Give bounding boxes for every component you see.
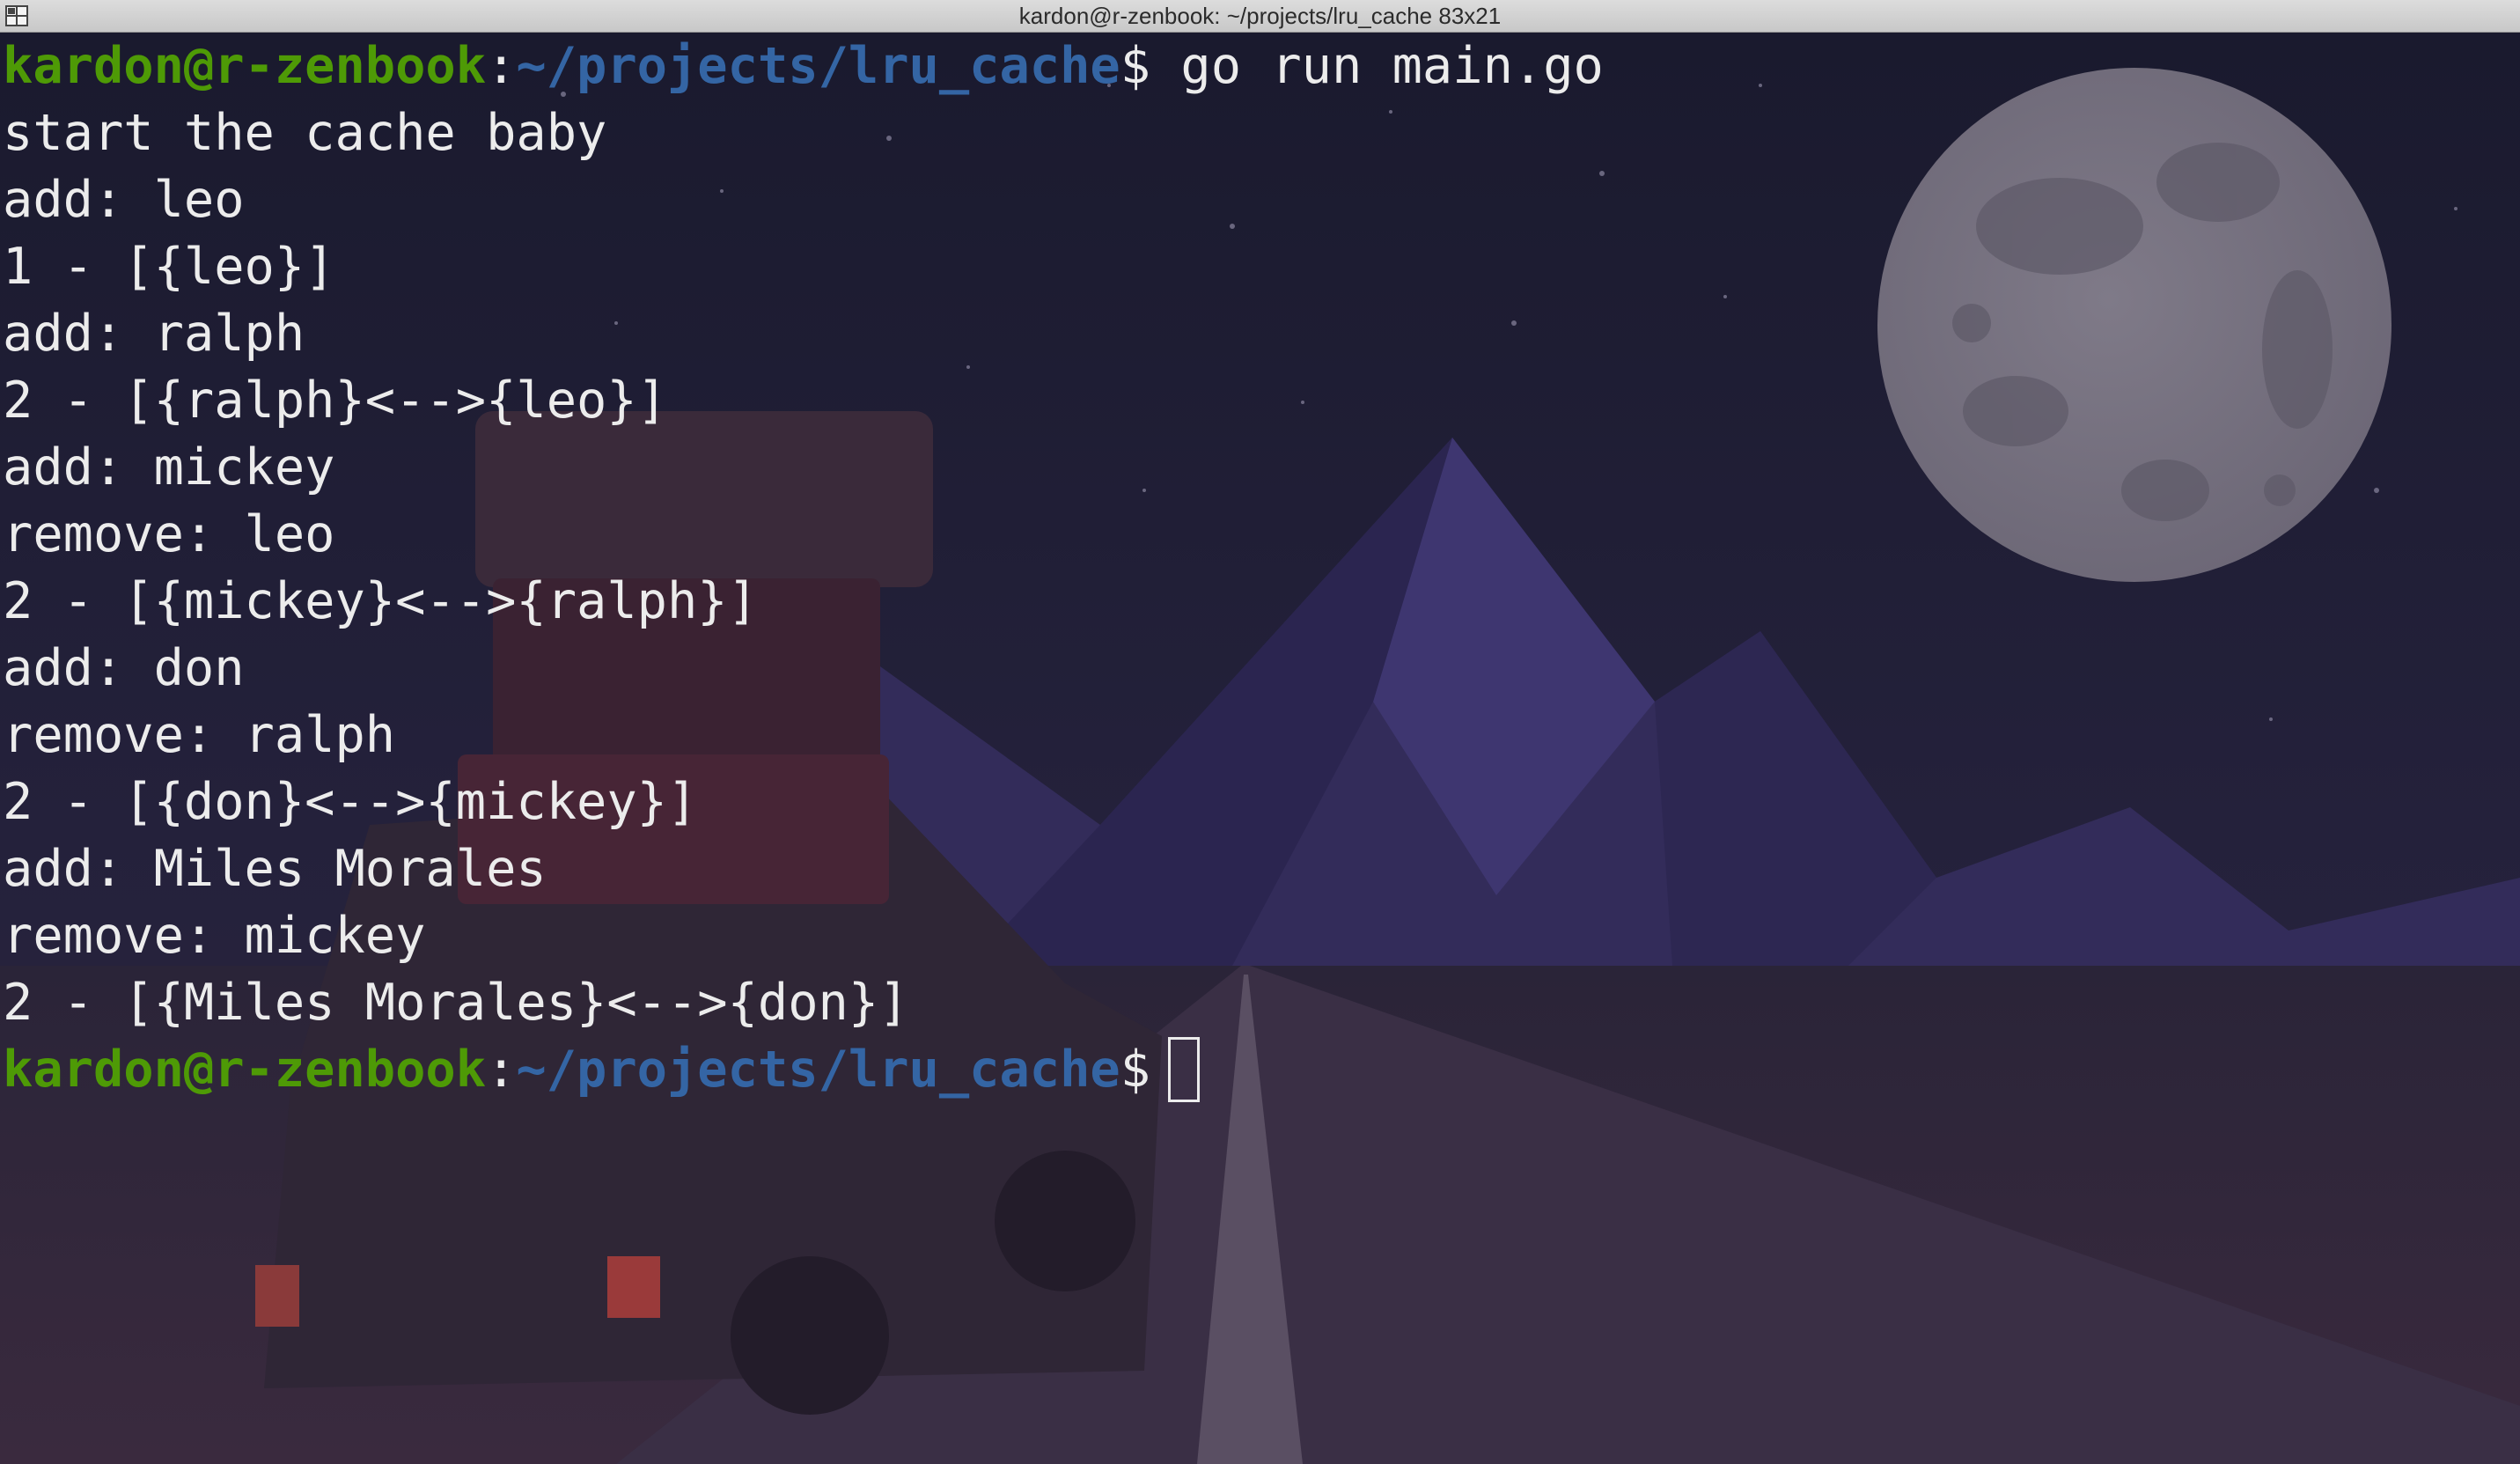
output-line: 2 - [{mickey}<-->{ralph}] [3, 572, 758, 630]
active-prompt-line[interactable]: kardon@r-zenbook:~/projects/lru_cache$ [3, 1036, 2520, 1103]
output-line: add: ralph [3, 305, 305, 363]
output-line: start the cache baby [3, 104, 607, 162]
command-line: kardon@r-zenbook:~/projects/lru_cache$ g… [3, 33, 2520, 99]
output-line: add: don [3, 639, 245, 697]
output-line: 2 - [{ralph}<-->{leo}] [3, 372, 667, 430]
terminal-output[interactable]: kardon@r-zenbook:~/projects/lru_cache$ g… [0, 33, 2520, 1464]
output-line: remove: ralph [3, 706, 396, 764]
prompt-dollar: $ [1120, 37, 1151, 95]
text-cursor[interactable] [1168, 1037, 1201, 1103]
output-line: add: mickey [3, 438, 335, 497]
output-line: 2 - [{don}<-->{mickey}] [3, 773, 698, 831]
title-bar[interactable]: kardon@r-zenbook: ~/projects/lru_cache 8… [0, 0, 2520, 33]
output-line: remove: mickey [3, 907, 426, 965]
prompt-colon: : [486, 1041, 517, 1099]
window-title: kardon@r-zenbook: ~/projects/lru_cache 8… [1018, 3, 1502, 29]
prompt-user-host: kardon@r-zenbook [3, 37, 487, 95]
output-line: add: leo [3, 171, 245, 229]
prompt-dollar: $ [1120, 1041, 1151, 1099]
output-line: remove: leo [3, 505, 335, 563]
prompt-user-host: kardon@r-zenbook [3, 1041, 487, 1099]
prompt-path: ~/projects/lru_cache [516, 37, 1120, 95]
prompt-path: ~/projects/lru_cache [516, 1041, 1120, 1099]
output-line: 2 - [{Miles Morales}<-->{don}] [3, 974, 909, 1032]
command-text: go run main.go [1150, 37, 1604, 95]
prompt-colon: : [486, 37, 517, 95]
output-line: 1 - [{leo}] [3, 238, 335, 296]
output-line: add: Miles Morales [3, 840, 547, 898]
